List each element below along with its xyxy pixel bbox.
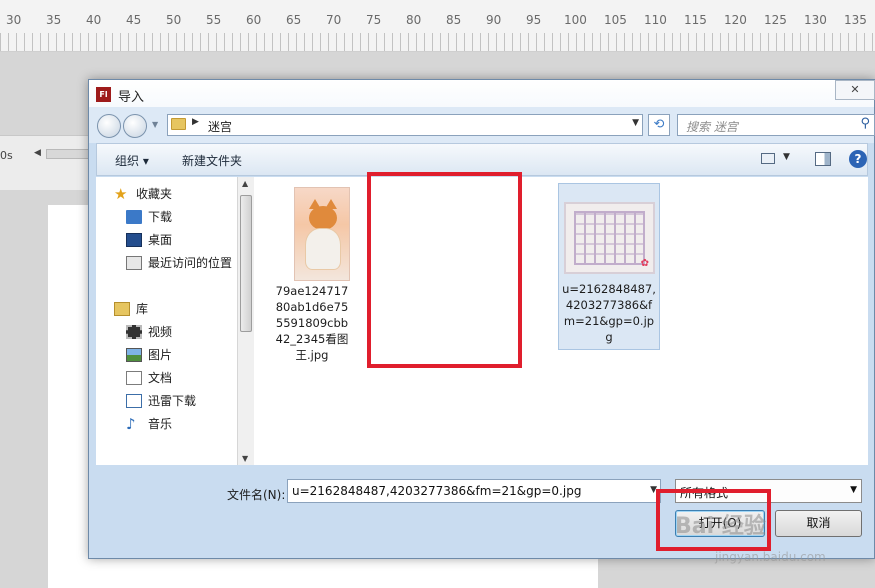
cat-body (305, 228, 341, 270)
ruler-number: 30 (6, 13, 22, 27)
library-icon (114, 302, 130, 316)
nav-item-label: 桌面 (148, 233, 173, 247)
ruler-number: 45 (126, 13, 142, 27)
ruler-number: 80 (406, 13, 422, 27)
new-folder-button[interactable]: 新建文件夹 (182, 152, 242, 169)
cat-head (309, 206, 337, 230)
ruler-number: 90 (486, 13, 502, 27)
ruler-number: 100 (564, 13, 587, 27)
breadcrumb-current-folder[interactable]: 迷宫 (208, 118, 232, 135)
nav-item-label: 文档 (148, 371, 173, 385)
ruler-number: 130 (804, 13, 827, 27)
nav-item-label: 收藏夹 (136, 187, 173, 201)
recent-locations-icon[interactable]: ▼ (152, 120, 158, 129)
back-button[interactable] (97, 114, 121, 138)
timeline-ruler: 30 35 40 45 50 55 60 65 70 75 80 85 90 9… (0, 0, 875, 52)
close-button[interactable]: ✕ (835, 80, 875, 100)
maze-pattern (574, 211, 645, 265)
address-dropdown-icon[interactable]: ▼ (632, 118, 639, 128)
refresh-button[interactable]: ⟲ (648, 114, 670, 136)
video-icon (126, 325, 142, 339)
address-bar[interactable]: ▶ 迷宫 ▼ (167, 114, 643, 136)
music-icon: ♪ (126, 415, 136, 433)
timeline-time: 0s (0, 149, 13, 162)
ruler-number: 85 (446, 13, 462, 27)
maze-thumbnail: ✿ (564, 202, 655, 274)
filename-value: u=2162848487,4203277386&fm=21&gp=0.jpg (292, 484, 582, 498)
scroll-up-icon[interactable]: ▲ (242, 179, 248, 188)
timeline-panel: 0s ◀ (0, 135, 90, 190)
flash-app-icon: Fl (96, 87, 111, 102)
search-icon[interactable]: ⚲ (860, 116, 870, 131)
preview-pane-icon[interactable] (815, 152, 831, 166)
nav-item-label: 下载 (148, 210, 173, 224)
file-type-dropdown-icon[interactable]: ▼ (850, 485, 857, 495)
search-placeholder: 搜索 迷宫 (686, 120, 738, 134)
nav-item-label: 视频 (148, 325, 173, 339)
ruler-number: 105 (604, 13, 627, 27)
ruler-number: 75 (366, 13, 382, 27)
filename-label: 文件名(N): (227, 488, 286, 502)
scroll-left-icon[interactable]: ◀ (34, 148, 41, 158)
search-input[interactable]: 搜索 迷宫 ⚲ (677, 114, 875, 136)
scrollbar-thumb[interactable] (240, 195, 252, 332)
nav-item-label: 图片 (148, 348, 173, 362)
timeline-scrollbar[interactable] (46, 149, 90, 159)
dialog-title: 导入 (118, 90, 145, 105)
dialog-titlebar[interactable]: Fl 导入 ✕ (89, 80, 875, 107)
file-item-selected[interactable]: ✿ u=2162848487,4203277386&fm=21&gp=0.jpg (558, 183, 660, 350)
ruler-number: 120 (724, 13, 747, 27)
breadcrumb-arrow-icon[interactable]: ▶ (192, 117, 199, 127)
nav-item-label: 迅雷下载 (148, 394, 197, 408)
file-name: 79ae12471780ab1d6e755591809cbb42_2345看图王… (275, 284, 349, 362)
file-name: u=2162848487,4203277386&fm=21&gp=0.jpg (562, 282, 656, 344)
navigation-pane: ★ 收藏夹 下载 桌面 最近访问的位置 库 视频 图片 文档 迅雷下载 ♪ 音乐 (96, 177, 252, 465)
ruler-number: 110 (644, 13, 667, 27)
cancel-button[interactable]: 取消 (775, 510, 862, 537)
desktop-icon (126, 233, 142, 247)
filename-input[interactable]: u=2162848487,4203277386&fm=21&gp=0.jpg ▼ (287, 479, 661, 503)
recent-places-icon (126, 256, 142, 270)
navigation-scrollbar[interactable]: ▲ ▼ (237, 177, 254, 465)
organize-menu[interactable]: 组织 ▾ (115, 152, 149, 169)
highlight-box-selected-file (367, 172, 522, 368)
scroll-down-icon[interactable]: ▼ (242, 454, 248, 463)
change-view-icon[interactable] (761, 153, 775, 164)
baidu-watermark: Bai 经验 (675, 514, 766, 539)
cat-thumbnail (294, 187, 350, 281)
ruler-number: 65 (286, 13, 302, 27)
baidu-watermark-url: jingyan.baidu.com (715, 550, 826, 564)
ruler-ticks (0, 33, 875, 51)
help-icon[interactable]: ? (849, 150, 867, 168)
download-folder-icon (126, 210, 142, 224)
ruler-number: 125 (764, 13, 787, 27)
view-options-dropdown-icon[interactable]: ▼ (783, 152, 790, 162)
ruler-number: 70 (326, 13, 342, 27)
file-list: 79ae12471780ab1d6e755591809cbb42_2345看图王… (254, 177, 868, 465)
ruler-number: 40 (86, 13, 102, 27)
xunlei-icon (126, 394, 142, 408)
ruler-number: 95 (526, 13, 542, 27)
ruler-number: 50 (166, 13, 182, 27)
nav-item-label: 库 (136, 302, 149, 316)
nav-item-label: 最近访问的位置 (148, 256, 233, 270)
flower-icon: ✿ (640, 258, 649, 269)
pictures-icon (126, 348, 142, 362)
ruler-number: 115 (684, 13, 707, 27)
nav-item-label: 音乐 (148, 417, 173, 431)
address-row: ▼ ▶ 迷宫 ▼ ⟲ 搜索 迷宫 ⚲ (89, 107, 875, 143)
ruler-number: 135 (844, 13, 867, 27)
forward-button[interactable] (123, 114, 147, 138)
star-icon: ★ (114, 185, 128, 203)
ruler-number: 55 (206, 13, 222, 27)
documents-icon (126, 371, 142, 385)
ruler-number: 35 (46, 13, 62, 27)
folder-icon (171, 118, 186, 130)
ruler-number: 60 (246, 13, 262, 27)
